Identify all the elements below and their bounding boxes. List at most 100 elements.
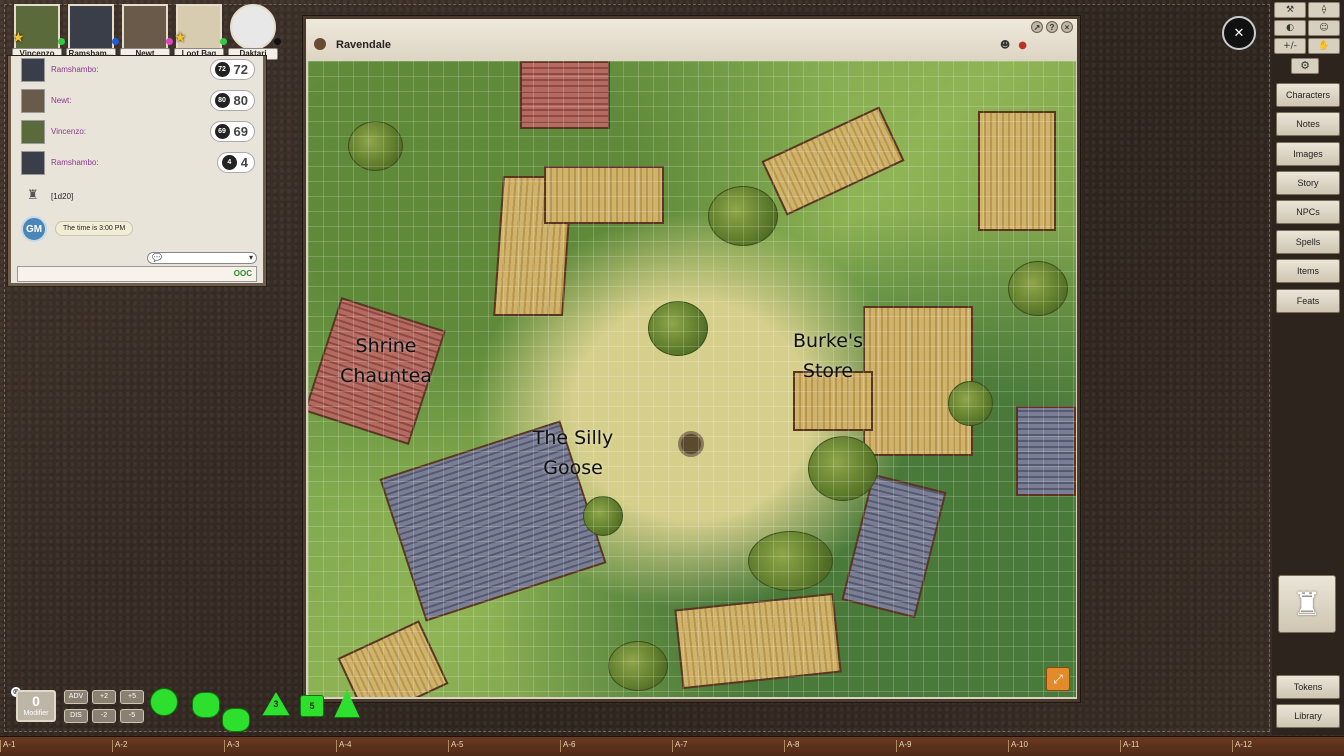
- chat-speaker: Newt:: [51, 96, 72, 105]
- minus2-button[interactable]: -2: [92, 709, 116, 723]
- ruler-label: A-8: [784, 740, 799, 752]
- ruler-label: A-7: [672, 740, 687, 752]
- sidebar-npcs[interactable]: NPCs: [1276, 200, 1340, 224]
- map-expand-icon[interactable]: ⤢: [1046, 667, 1070, 691]
- ruler-label: A-4: [336, 740, 351, 752]
- d6-die[interactable]: 5: [300, 695, 324, 717]
- roll-result: 80 80: [209, 90, 255, 111]
- chat-entry: Newt: 80 80: [19, 89, 255, 115]
- portrait-ramshambo[interactable]: Ramsham...: [66, 4, 119, 60]
- d12-die[interactable]: [192, 692, 220, 718]
- roll-value: 80: [233, 93, 248, 108]
- d10-die[interactable]: [222, 708, 250, 732]
- tool-grid: ⚒ ⟠ ◐ ☺ +/- ✋: [1274, 2, 1340, 54]
- map-canvas[interactable]: Shrine Chauntea Burke's Store The Silly …: [308, 61, 1076, 697]
- sidebar-notes[interactable]: Notes: [1276, 112, 1340, 136]
- party-portraits: ★ Vincenzo Ramsham... Newt ★ Loot Bag Da…: [12, 4, 281, 60]
- chat-avatar: [21, 89, 45, 113]
- tool-button[interactable]: ⚒: [1274, 2, 1306, 18]
- ruler-label: A-5: [448, 740, 463, 752]
- help-icon[interactable]: ?: [1046, 21, 1058, 33]
- modifier-box[interactable]: 0 Modifier: [16, 690, 56, 722]
- chat-speaker: Ramshambo:: [51, 65, 99, 74]
- sidebar-feats[interactable]: Feats: [1276, 289, 1340, 313]
- ruler-label: A-3: [224, 740, 239, 752]
- chat-identity-select[interactable]: 💬 ▾: [147, 252, 257, 264]
- minus5-button[interactable]: -5: [120, 709, 144, 723]
- chat-entry: Vincenzo: 69 69: [19, 120, 255, 146]
- roll-result: 69 69: [209, 121, 255, 142]
- gear-icon[interactable]: ⚙: [1291, 58, 1319, 74]
- portrait-loot-bag[interactable]: ★ Loot Bag: [174, 4, 227, 60]
- close-icon[interactable]: ×: [1061, 21, 1073, 33]
- tower-icon: ♜: [27, 188, 39, 203]
- mask-icon[interactable]: ☻: [1000, 40, 1010, 51]
- map-window: Ravendale ↗ ? × ☻ ● Shrine Chauntea Burk…: [303, 16, 1080, 702]
- sidebar-story[interactable]: Story: [1276, 171, 1340, 195]
- chat-avatar: [21, 58, 45, 82]
- star-icon: ★: [174, 30, 187, 46]
- map-label-line: The Silly: [532, 427, 614, 449]
- portrait-vincenzo[interactable]: ★ Vincenzo: [12, 4, 65, 60]
- portrait-daktari[interactable]: Daktari: [228, 4, 281, 60]
- sidebar-images[interactable]: Images: [1276, 142, 1340, 166]
- dis-button[interactable]: DIS: [64, 709, 88, 723]
- modifier-label: Modifier: [23, 710, 49, 717]
- d20-icon: 69: [214, 124, 230, 139]
- ruler-label: A-2: [112, 740, 127, 752]
- roll-note: [1d20]: [51, 192, 74, 201]
- right-toolbar: ⚒ ⟠ ◐ ☺ +/- ✋ ⚙ Characters Notes Images …: [1272, 0, 1344, 735]
- tool-button[interactable]: ◐: [1274, 20, 1306, 36]
- window-knob-icon: [314, 38, 326, 50]
- ruler-label: A-11: [1120, 740, 1139, 752]
- map-titlebar[interactable]: Ravendale ↗ ? × ☻ ●: [306, 19, 1077, 61]
- portrait-newt[interactable]: Newt: [120, 4, 173, 60]
- status-dot: [220, 38, 227, 45]
- map-label-line: Goose: [543, 457, 603, 479]
- map-label-store: Burke's Store: [768, 326, 888, 386]
- map-label-shrine: Shrine Chauntea: [326, 331, 446, 391]
- chat-entry: Ramshambo: 4 4: [19, 151, 255, 177]
- tower-icon: ♜: [1292, 585, 1322, 623]
- roll-result: 72 72: [209, 59, 255, 80]
- sidebar-spells[interactable]: Spells: [1276, 230, 1340, 254]
- plus2-button[interactable]: +2: [92, 690, 116, 704]
- d8-die[interactable]: 3: [262, 692, 290, 716]
- roll-value: 72: [233, 62, 248, 77]
- chat-input[interactable]: OOC: [17, 266, 257, 282]
- d20-die[interactable]: [150, 688, 178, 716]
- tool-button[interactable]: ☺: [1308, 20, 1340, 36]
- roll-value: 4: [240, 155, 248, 170]
- speech-bubble-icon: 💬: [152, 253, 162, 262]
- ooc-toggle[interactable]: OOC: [234, 269, 252, 278]
- plus5-button[interactable]: +5: [120, 690, 144, 704]
- star-icon: ★: [12, 30, 25, 46]
- grid-ruler: A-1 A-2 A-3 A-4 A-5 A-6 A-7 A-8 A-9 A-10…: [0, 736, 1344, 756]
- tool-button[interactable]: ✋: [1308, 38, 1340, 54]
- dice-tower-button[interactable]: ♜: [1278, 575, 1336, 633]
- lock-icon[interactable]: ●: [1018, 40, 1027, 51]
- d4-icon: 4: [221, 155, 237, 170]
- adv-button[interactable]: ADV: [64, 690, 88, 704]
- ruler-label: A-12: [1232, 740, 1252, 752]
- map-header-icons: ☻ ●: [1000, 40, 1027, 51]
- chat-speaker: Ramshambo:: [51, 158, 99, 167]
- map-label-line: Chauntea: [340, 365, 432, 387]
- status-dot: [166, 38, 173, 45]
- portrait-image: [68, 4, 114, 50]
- compass-icon[interactable]: ✕: [1222, 16, 1256, 50]
- sidebar-characters[interactable]: Characters: [1276, 83, 1340, 107]
- link-icon[interactable]: ↗: [1031, 21, 1043, 33]
- chat-avatar: [21, 151, 45, 175]
- sidebar-items[interactable]: Items: [1276, 259, 1340, 283]
- sidebar-library[interactable]: Library: [1276, 704, 1340, 728]
- sidebar-tokens[interactable]: Tokens: [1276, 675, 1340, 699]
- tool-button[interactable]: ⟠: [1308, 2, 1340, 18]
- status-dot: [58, 38, 65, 45]
- chat-panel: Ramshambo: 72 72 Newt: 80 80 Vincenzo: 6…: [8, 56, 266, 286]
- tool-button[interactable]: +/-: [1274, 38, 1306, 54]
- ruler-label: A-6: [560, 740, 575, 752]
- chat-entry: Ramshambo: 72 72: [19, 58, 255, 84]
- roll-value: 69: [233, 124, 248, 139]
- map-label-line: Shrine: [355, 335, 417, 357]
